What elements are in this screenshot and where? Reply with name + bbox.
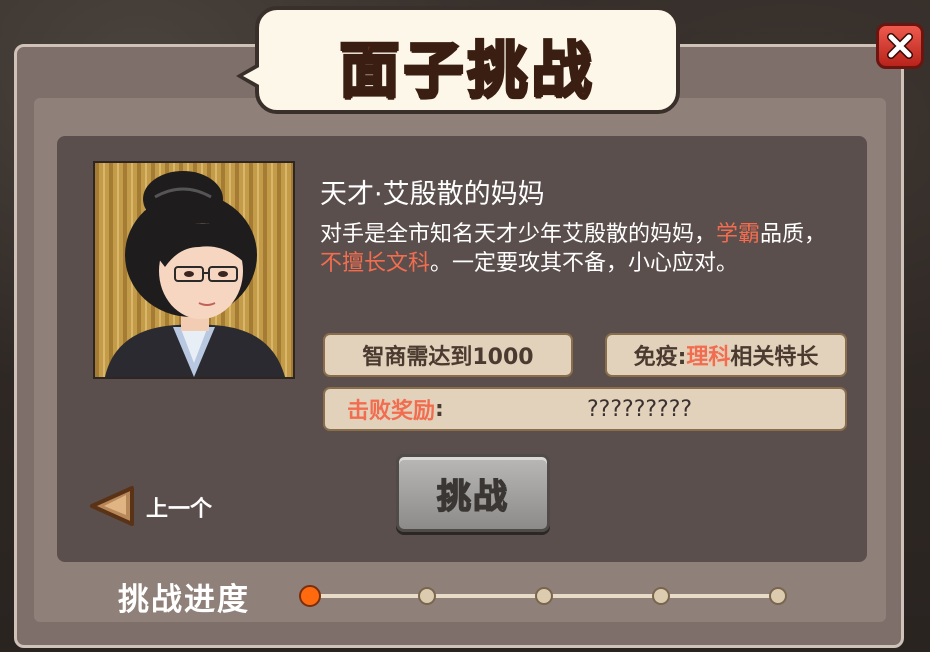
reward-value: ????????? <box>587 397 693 422</box>
progress-label: 挑战进度 <box>118 582 250 618</box>
progress-node <box>418 587 436 605</box>
description-highlight-weakness: 不擅长文科 <box>320 251 431 276</box>
previous-opponent-link[interactable]: 上一个 <box>146 491 212 523</box>
immunity-info: 免疫: 理科 相关特长 <box>605 333 847 377</box>
opponent-description: 对手是全市知名天才少年艾殷散的妈妈，学霸品质， 不擅长文科。一定要攻其不备，小心应… <box>320 220 830 278</box>
reward-label: 击败奖励 <box>347 399 436 424</box>
opponent-name: 天才·艾殷散的妈妈 <box>320 179 545 210</box>
reward-colon: : <box>435 396 444 422</box>
description-text: 。一定要攻其不备，小心应对。 <box>430 251 739 276</box>
progress-node <box>652 587 670 605</box>
description-text: 对手是全市知名天才少年艾殷散的妈妈， <box>320 222 717 247</box>
immunity-suffix: 相关特长 <box>730 345 819 370</box>
immunity-highlight: 理科 <box>686 345 731 370</box>
iq-requirement: 智商需达到1000 <box>323 333 573 377</box>
opponent-portrait <box>93 161 295 379</box>
reward-info: 击败奖励: ????????? <box>323 387 847 431</box>
description-text: 品质， <box>760 222 827 247</box>
previous-arrow-icon[interactable] <box>88 485 136 527</box>
progress-node <box>535 587 553 605</box>
progress-node <box>769 587 787 605</box>
description-highlight-trait: 学霸 <box>716 222 761 247</box>
progress-node-current <box>299 585 321 607</box>
close-button[interactable] <box>876 23 924 69</box>
close-x-icon <box>887 33 913 59</box>
immunity-label: 免疫: <box>633 345 687 370</box>
challenge-button[interactable]: 挑战 <box>396 454 550 532</box>
dialog-title: 面子挑战 <box>338 35 596 108</box>
opponent-avatar-image <box>95 163 293 377</box>
